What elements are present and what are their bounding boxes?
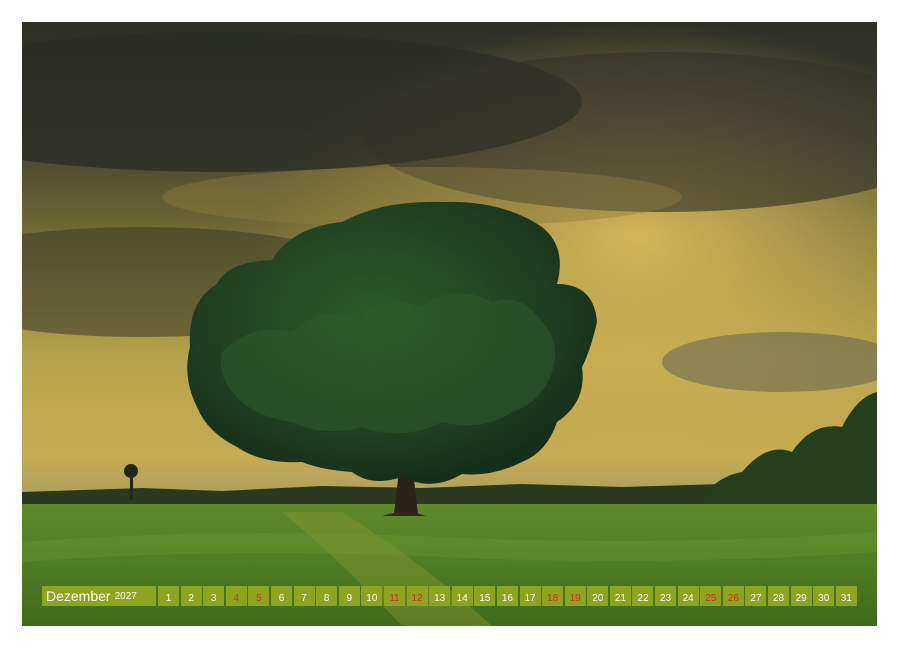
calendar-day: 15	[474, 586, 496, 606]
calendar-day-number: 12	[411, 593, 423, 604]
calendar-day-number: 2	[188, 593, 194, 604]
calendar-day: 13	[429, 586, 451, 606]
calendar-day: 3	[203, 586, 225, 606]
calendar-day: 12	[406, 586, 428, 606]
calendar-day: 14	[451, 586, 473, 606]
calendar-day: 29	[790, 586, 812, 606]
calendar-day-number: 27	[750, 593, 762, 604]
calendar-day: 6	[270, 586, 292, 606]
calendar-day-number: 23	[660, 593, 672, 604]
calendar-day-number: 10	[366, 593, 378, 604]
calendar-day-number: 13	[434, 593, 446, 604]
calendar-day-number: 16	[501, 593, 513, 604]
calendar-day: 2	[180, 586, 202, 606]
calendar-day: 30	[813, 586, 835, 606]
calendar-day: 23	[655, 586, 677, 606]
calendar-day: 11	[383, 586, 405, 606]
calendar-day-number: 11	[389, 593, 400, 604]
month-label: Dezember 2027	[42, 586, 156, 606]
calendar-day: 19	[564, 586, 586, 606]
calendar-day: 16	[496, 586, 518, 606]
calendar-day: 7	[293, 586, 315, 606]
calendar-day-number: 25	[705, 593, 717, 604]
calendar-day: 1	[158, 586, 179, 606]
calendar-day: 18	[542, 586, 564, 606]
calendar-day-number: 6	[278, 593, 285, 604]
calendar-day-number: 9	[346, 593, 353, 604]
calendar-day-number: 1	[165, 593, 172, 604]
calendar-day-number: 15	[479, 593, 491, 604]
calendar-day-number: 21	[614, 593, 626, 604]
calendar-strip: Dezember 2027 1 2 3 4 5 6 7 8 9 10 11 12 13 14 15 16 17 1…	[42, 586, 858, 606]
calendar-day: 31	[835, 586, 857, 606]
calendar-day: 21	[609, 586, 631, 606]
calendar-day: 22	[632, 586, 654, 606]
calendar-day-number: 31	[840, 593, 852, 604]
calendar-day-number: 19	[569, 593, 581, 604]
calendar-day: 28	[768, 586, 790, 606]
calendar-day: 17	[519, 586, 541, 606]
calendar-day: 5	[248, 586, 270, 606]
calendar-day-number: 28	[772, 593, 785, 604]
calendar-day-number: 5	[256, 593, 262, 604]
calendar-day-number: 29	[795, 593, 807, 604]
calendar-day: 9	[338, 586, 360, 606]
calendar-day-number: 24	[682, 593, 694, 604]
calendar-day: 4	[225, 586, 247, 606]
calendar-day: 25	[700, 586, 722, 606]
month-year: 2027	[114, 590, 137, 602]
calendar-day-number: 3	[210, 593, 217, 604]
calendar-day: 20	[587, 586, 609, 606]
landscape-photo	[22, 22, 877, 626]
calendar-day: 27	[745, 586, 767, 606]
calendar-day-number: 26	[727, 593, 739, 604]
calendar-day-number: 30	[818, 593, 830, 604]
calendar-day-number: 22	[637, 593, 649, 604]
calendar-day: 26	[722, 586, 744, 606]
calendar-day: 8	[316, 586, 338, 606]
calendar-day-number: 14	[456, 593, 468, 604]
calendar-day: 24	[677, 586, 699, 606]
calendar-day-number: 17	[524, 593, 536, 604]
calendar-day-number: 18	[547, 593, 559, 604]
calendar-day-number: 8	[323, 593, 330, 604]
calendar-day: 10	[361, 586, 383, 606]
calendar-day-number: 7	[301, 593, 307, 604]
calendar-day-number: 4	[233, 593, 240, 604]
calendar-day-number: 20	[592, 593, 604, 604]
month-name: Dezember	[46, 588, 111, 604]
